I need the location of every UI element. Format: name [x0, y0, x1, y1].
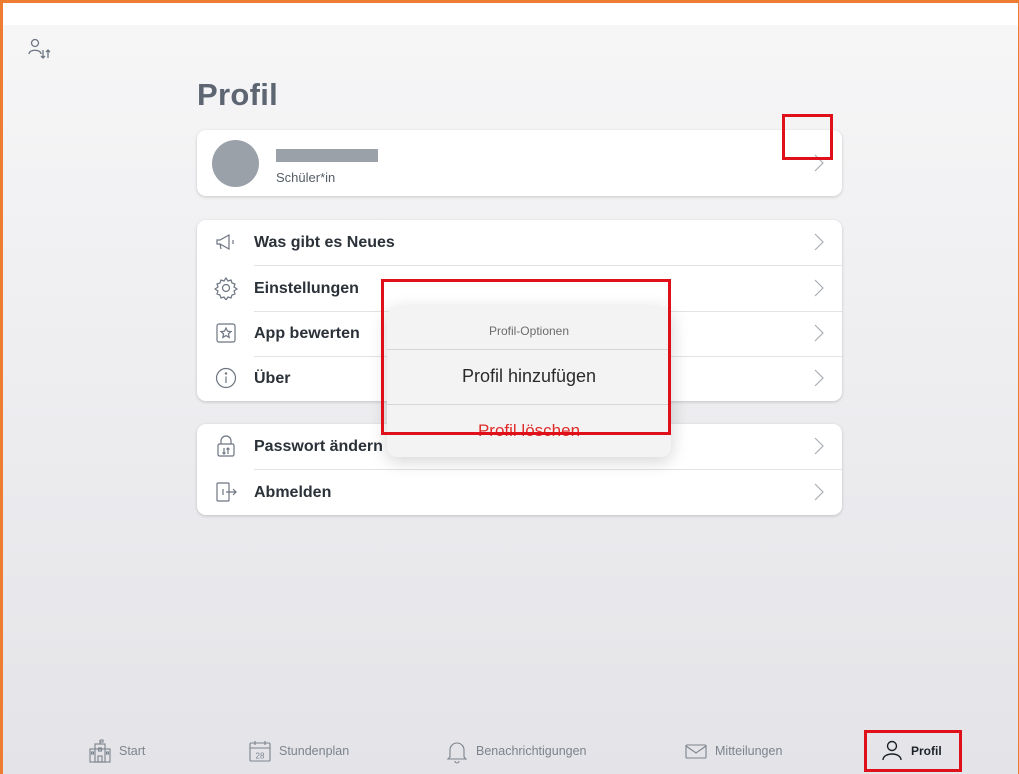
chevron-right-icon	[814, 369, 824, 387]
chevron-right-icon	[814, 483, 824, 501]
person-icon	[882, 740, 902, 761]
tab-label: Profil	[911, 744, 942, 758]
calendar-day: 28	[256, 752, 265, 761]
chevron-right-icon	[814, 279, 824, 297]
lock-icon	[217, 435, 235, 457]
highlight-box	[381, 279, 671, 435]
redacted-name	[276, 149, 378, 162]
menu-item-label: Einstellungen	[254, 280, 359, 297]
menu-item-label: Abmelden	[254, 484, 332, 501]
megaphone-icon	[216, 233, 234, 251]
calendar-icon: 28	[249, 741, 271, 762]
bell-icon	[446, 742, 468, 764]
menu-item-label: Passwort ändern	[254, 438, 383, 455]
logout-icon	[216, 482, 237, 502]
star-icon	[216, 323, 236, 343]
chevron-right-icon	[814, 324, 824, 342]
profile-role: Schüler*in	[276, 170, 336, 185]
tab-mitteilungen[interactable]: Mitteilungen	[683, 738, 782, 764]
tab-benachrichtigungen[interactable]: Benachrichtigungen	[444, 738, 587, 764]
tab-label: Benachrichtigungen	[476, 744, 587, 758]
menu-item-news[interactable]: Was gibt es Neues	[197, 220, 842, 265]
envelope-icon	[685, 744, 707, 759]
menu-item-label: Über	[254, 370, 291, 387]
avatar	[212, 140, 259, 187]
tab-label: Start	[119, 744, 146, 758]
page-title: Profil	[197, 77, 279, 112]
profile-card[interactable]: Schüler*in	[197, 130, 842, 196]
menu-item-label: App bewerten	[254, 325, 360, 342]
school-icon	[89, 739, 111, 763]
tab-profil[interactable]: Profil	[879, 738, 942, 764]
gear-icon	[214, 276, 238, 300]
tab-stundenplan[interactable]: 28 Stundenplan	[247, 738, 349, 764]
tab-label: Stundenplan	[279, 744, 350, 758]
switch-profile-icon[interactable]	[27, 37, 51, 61]
chevron-right-icon	[814, 233, 824, 251]
chevron-right-icon	[814, 437, 824, 455]
highlight-box	[782, 114, 833, 160]
tab-label: Mitteilungen	[715, 744, 783, 758]
tab-start[interactable]: Start	[87, 738, 145, 764]
menu-item-label: Was gibt es Neues	[254, 234, 395, 251]
menu-item-logout[interactable]: Abmelden	[197, 470, 842, 515]
info-icon	[215, 367, 237, 389]
tab-bar: Start 28 Stundenplan Benachrichtigungen …	[3, 729, 1018, 774]
